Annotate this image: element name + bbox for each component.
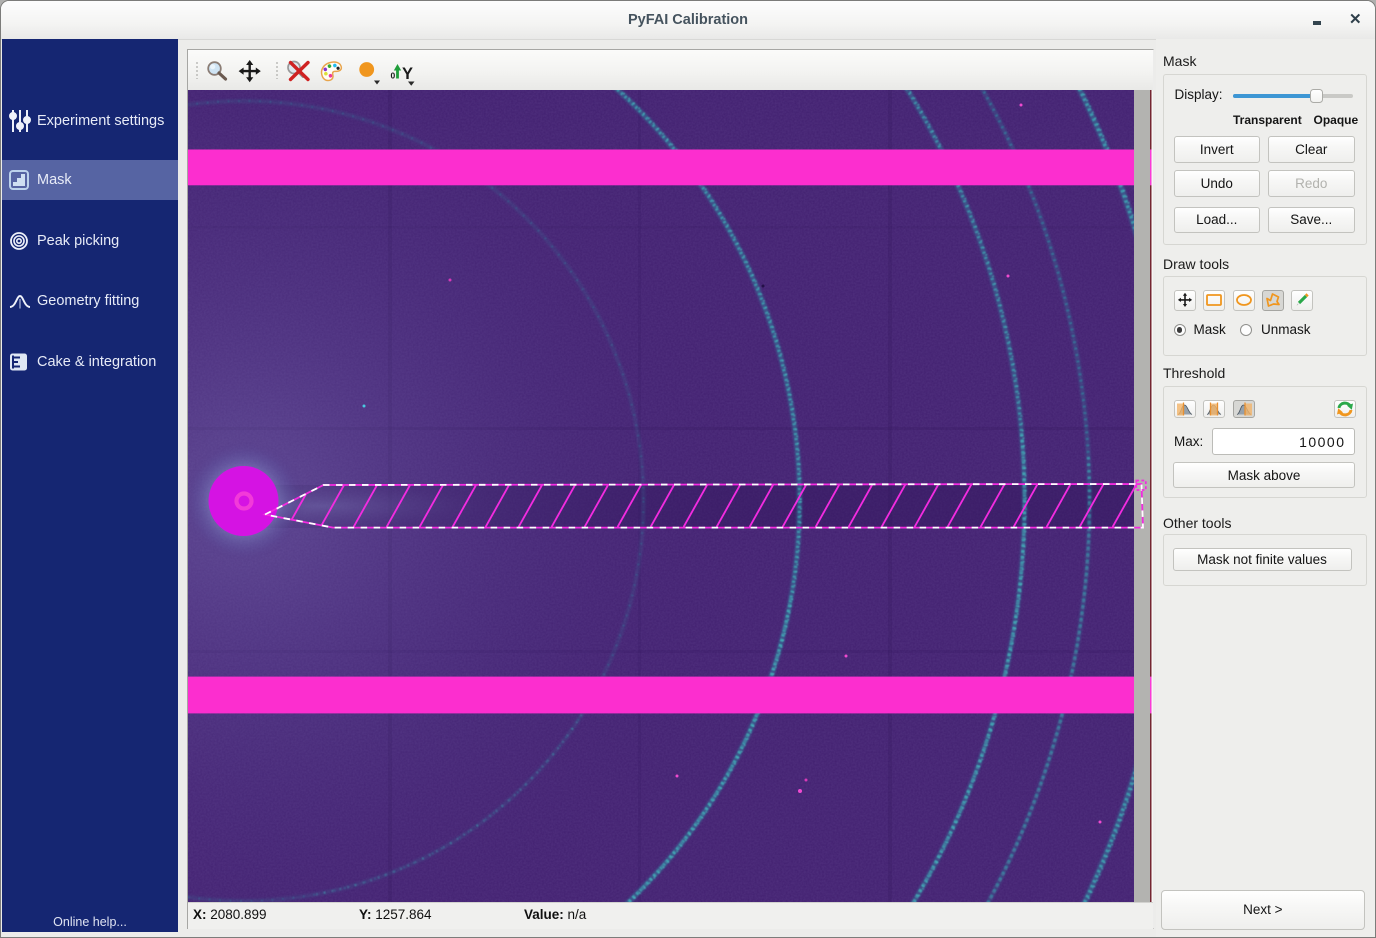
svg-text:Y: Y: [402, 65, 413, 83]
svg-text:0: 0: [391, 71, 396, 81]
